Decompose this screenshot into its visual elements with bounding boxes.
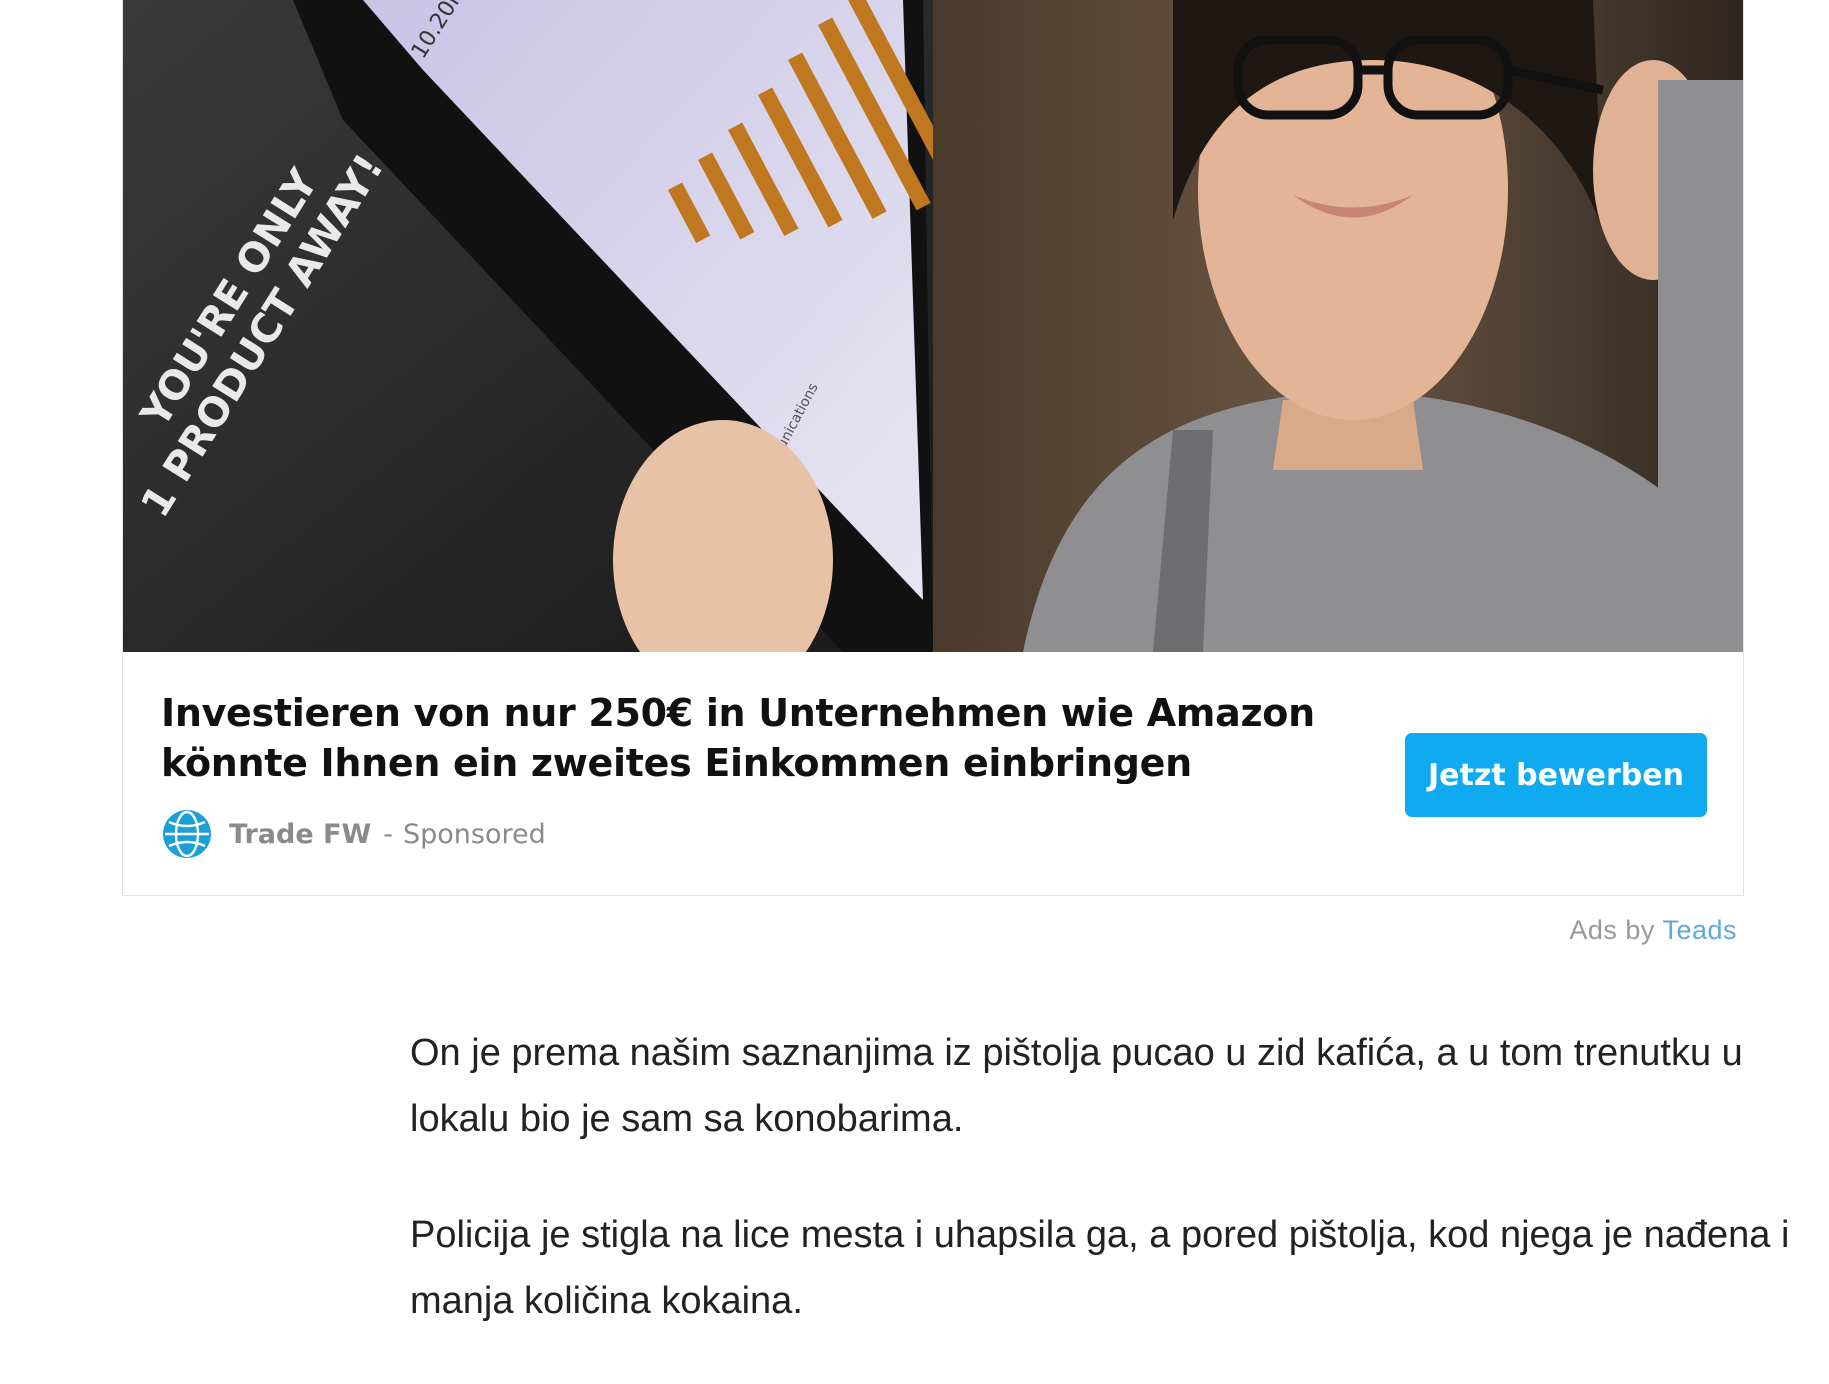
sponsored-label: - Sponsored [383, 818, 546, 850]
teads-link[interactable]: Teads [1662, 915, 1737, 945]
sponsored-ad-card[interactable]: 10.20K Communications YOU'RE ONLY 1 PROD… [122, 0, 1744, 896]
article-body: On je prema našim saznanjima iz pištolja… [410, 1020, 1829, 1384]
article-paragraph: On je prema našim saznanjima iz pištolja… [410, 1032, 1743, 1140]
sweater-sleeve [1658, 80, 1743, 600]
ad-source[interactable]: Trade FW - Sponsored [161, 806, 546, 862]
ad-headline[interactable]: Investieren von nur 250€ in Unternehmen … [161, 688, 1331, 784]
article-paragraph: Policija je stigla na lice mesta i uhaps… [410, 1214, 1790, 1322]
ad-image[interactable]: 10.20K Communications YOU'RE ONLY 1 PROD… [123, 0, 1743, 652]
ads-by-label: Ads by [1569, 915, 1655, 945]
ad-photo-illustration: 10.20K Communications YOU'RE ONLY 1 PROD… [123, 0, 1743, 652]
apply-now-button[interactable]: Jetzt bewerben [1405, 733, 1707, 817]
ad-brand-name[interactable]: Trade FW [229, 819, 371, 850]
ads-by-teads: Ads by Teads [1569, 915, 1737, 946]
globe-icon [163, 810, 211, 858]
